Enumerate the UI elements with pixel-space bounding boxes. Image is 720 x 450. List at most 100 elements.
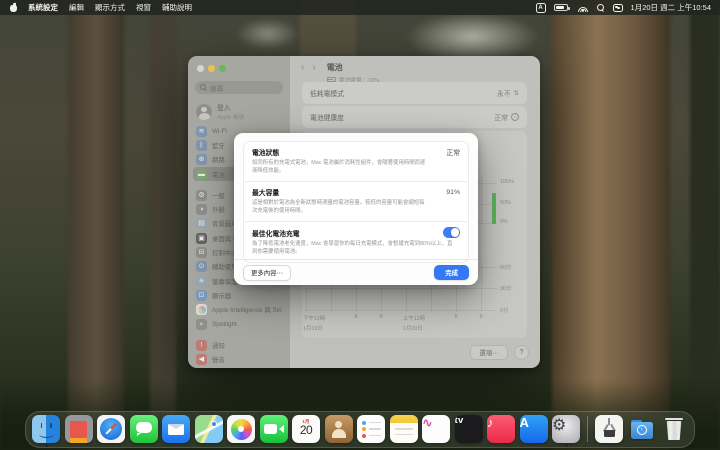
menu-item[interactable]: 系統設定: [28, 2, 58, 13]
page-header: 電池 電池電量：78%: [301, 63, 379, 84]
dock-calendar-icon[interactable]: 1月20: [292, 415, 320, 443]
dock-messages-icon[interactable]: [130, 415, 158, 443]
bluetooth-icon: ᛒ: [196, 140, 207, 151]
sidebar-item-label: 聲音: [212, 355, 225, 364]
input-source-icon[interactable]: A: [536, 3, 546, 13]
sidebar-item-notifications[interactable]: !通知: [193, 338, 285, 352]
sidebar-item-label: Apple Intelligence 與 Siri: [212, 305, 282, 314]
signin-title: 登入: [217, 102, 244, 112]
facetime-app-icon: [260, 415, 288, 443]
x-date-label: 1月19日: [303, 324, 323, 332]
dock-notes-icon[interactable]: [390, 415, 418, 443]
low-power-mode-row[interactable]: 低耗電模式 永不: [302, 82, 527, 104]
menu-items: 系統設定編輯顯示方式視窗輔助說明: [28, 2, 192, 13]
notifications-icon: !: [196, 340, 207, 351]
x-date-label: 1月20日: [403, 324, 423, 332]
page-title: 電池: [327, 62, 380, 73]
dock-appstore-icon[interactable]: A: [520, 415, 548, 443]
back-button[interactable]: [301, 63, 304, 73]
dialog-section-max-capacity: 最大容量91%這是相對於電池為全新狀態時測量的電池容量。較低的容量可能會縮短每次…: [244, 181, 468, 221]
wifi-icon: ≋: [196, 126, 207, 137]
dock-music-icon[interactable]: ♪: [487, 415, 515, 443]
search-icon: [200, 84, 207, 91]
reminders-app-icon: [357, 415, 385, 443]
section-title: 最佳化電池充電: [252, 228, 300, 238]
forward-button[interactable]: [312, 63, 315, 73]
apple-menu-icon[interactable]: [9, 3, 17, 13]
spotlight-search-icon[interactable]: [597, 4, 605, 12]
control-center-icon[interactable]: [613, 4, 623, 12]
x-tick-label: 9: [480, 314, 483, 320]
close-button[interactable]: [197, 65, 204, 72]
stepper-icon[interactable]: [514, 89, 519, 97]
battery-status-icon[interactable]: [554, 4, 568, 11]
freeform-app-icon: ∿: [422, 415, 450, 443]
menu-item[interactable]: 視窗: [136, 2, 151, 13]
sidebar-item-ai-siri[interactable]: Apple Intelligence 與 Siri: [193, 303, 285, 317]
sidebar-search[interactable]: 搜尋: [195, 81, 283, 94]
battery-icon: ▬: [196, 169, 207, 180]
launchpad-app-icon: [65, 415, 93, 443]
sidebar-item-spotlight[interactable]: ⌕Spotlight: [193, 317, 285, 331]
battery-health-dialog: 電池狀態正常如同所有的充電式電池，Mac 電池屬於消耗性組件，會隨著使用時間而逐…: [234, 133, 478, 285]
ai-siri-icon: [196, 304, 207, 315]
sidebar-signin[interactable]: 登入 Apple 帳號: [196, 102, 244, 121]
axis-label: 60分: [500, 263, 511, 271]
optimized-charging-toggle[interactable]: [443, 227, 460, 238]
dock-settings-icon[interactable]: ⚙: [552, 415, 580, 443]
dock-claw-icon[interactable]: [595, 415, 623, 443]
done-button[interactable]: 完成: [434, 265, 469, 280]
window-controls: [197, 65, 226, 72]
dock-photos-icon[interactable]: [227, 415, 255, 443]
zoom-button[interactable]: [219, 65, 226, 72]
sidebar-item-sound[interactable]: ◀聲音: [193, 352, 285, 366]
x-tick-label: 6: [355, 314, 358, 320]
menu-item[interactable]: 編輯: [69, 2, 84, 13]
dock-reminders-icon[interactable]: [357, 415, 385, 443]
dock-freeform-icon[interactable]: ∿: [422, 415, 450, 443]
menu-item[interactable]: 顯示方式: [95, 2, 125, 13]
dock-contacts-icon[interactable]: [325, 415, 353, 443]
settings-app-icon: ⚙: [552, 415, 580, 443]
dock-trash-icon[interactable]: [660, 415, 688, 443]
calendar-app-icon: 1月20: [292, 415, 320, 443]
appstore-app-icon: A: [520, 415, 548, 443]
sidebar-item-display[interactable]: ⊡顯示器: [193, 288, 285, 302]
options-button[interactable]: 選項⋯: [470, 345, 508, 360]
wifi-status-icon[interactable]: [578, 4, 589, 12]
screensaver-icon: ✳: [196, 276, 207, 287]
dock-finder-icon[interactable]: [32, 415, 60, 443]
more-info-button[interactable]: 更多內容⋯: [243, 265, 291, 281]
axis-label: 50%: [500, 200, 511, 206]
sidebar-item-label: 一般: [212, 191, 225, 200]
menu-bar-status: A 1月20日 週二 上午10:54: [536, 2, 711, 13]
dock-tv-icon[interactable]: tv: [455, 415, 483, 443]
messages-app-icon: [130, 415, 158, 443]
mail-app-icon: [162, 415, 190, 443]
accessibility-icon: ⊙: [196, 261, 207, 272]
dock-maps-icon[interactable]: [195, 415, 223, 443]
sidebar-item-label: 電池: [212, 170, 225, 179]
gear-icon: ⚙: [196, 190, 207, 201]
info-icon[interactable]: [511, 113, 519, 121]
sidebar-item-label: 藍牙: [212, 141, 225, 150]
dock-downloads-icon[interactable]: ↓: [628, 415, 656, 443]
control-center-icon: ⊟: [196, 247, 207, 258]
menu-item[interactable]: 輔助說明: [162, 2, 192, 13]
axis-label: 30分: [500, 284, 511, 292]
dialog-footer: 更多內容⋯ 完成: [234, 259, 478, 285]
dock-safari-icon[interactable]: [97, 415, 125, 443]
battery-health-row[interactable]: 電池健康度 正常: [302, 106, 527, 128]
section-description: 為了降低電池老化速度，Mac 會學習你的每日充電模式，會暫緩充電到80%以上，直…: [252, 240, 454, 256]
dock-launchpad-icon[interactable]: [65, 415, 93, 443]
dock-facetime-icon[interactable]: [260, 415, 288, 443]
menu-bar-clock[interactable]: 1月20日 週二 上午10:54: [631, 2, 711, 13]
dock-divider: [587, 416, 588, 442]
sidebar-item-label: 外觀: [212, 205, 225, 214]
spotlight-icon: ⌕: [196, 319, 207, 330]
dock-mail-icon[interactable]: [162, 415, 190, 443]
help-button[interactable]: ?: [514, 345, 529, 360]
section-description: 這是相對於電池為全新狀態時測量的電池容量。較低的容量可能會縮短每次充電後的使用時…: [252, 199, 428, 215]
minimize-button[interactable]: [208, 65, 215, 72]
appearance-icon: ◑: [196, 204, 207, 215]
